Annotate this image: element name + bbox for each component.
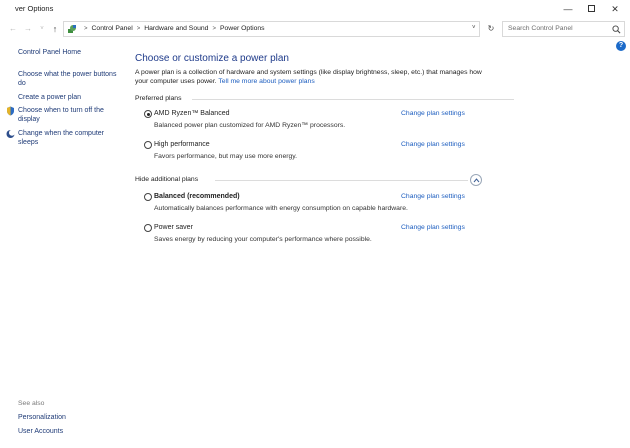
sidebar: Control Panel Home Choose what the power… [0, 40, 128, 448]
plan-name[interactable]: AMD Ryzen™ Balanced [154, 110, 229, 117]
help-button[interactable]: ? [616, 41, 626, 51]
change-plan-settings-link[interactable]: Change plan settings [401, 141, 465, 148]
plan-radio-amd-balanced[interactable] [144, 110, 152, 118]
sidebar-item-power-buttons[interactable]: Choose what the power buttons do [18, 70, 118, 88]
sidebar-item-create-plan[interactable]: Create a power plan [18, 93, 118, 102]
main-content: Choose or customize a power plan A power… [135, 40, 615, 440]
refresh-button[interactable]: ↻ [484, 21, 498, 37]
plan-description: Favors performance, but may use more ene… [154, 153, 298, 160]
change-plan-settings-link[interactable]: Change plan settings [401, 193, 465, 200]
shield-icon [7, 106, 14, 116]
breadcrumb-hardware-and-sound[interactable]: Hardware and Sound [144, 25, 208, 32]
change-plan-settings-link[interactable]: Change plan settings [401, 224, 465, 231]
plan-description: Saves energy by reducing your computer's… [154, 236, 372, 243]
plan-description: Balanced power plan customized for AMD R… [154, 122, 346, 129]
breadcrumb-separator: > [136, 26, 141, 32]
breadcrumb: > Control Panel > Hardware and Sound > Power … [80, 25, 265, 32]
divider [192, 99, 514, 100]
search-input[interactable]: Search Control Panel [502, 21, 625, 37]
forward-button[interactable]: → [22, 22, 34, 36]
address-bar[interactable]: > Control Panel > Hardware and Sound > Power … [63, 21, 480, 37]
moon-icon [6, 129, 15, 138]
close-button[interactable]: ✕ [604, 2, 626, 16]
learn-more-link[interactable]: Tell me more about power plans [218, 78, 314, 85]
intro-text: A power plan is a collection of hardware… [135, 68, 485, 86]
plan-radio-high-performance[interactable] [144, 141, 152, 149]
breadcrumb-separator: > [84, 26, 88, 32]
collapse-button[interactable] [470, 174, 482, 186]
plan-radio-power-saver[interactable] [144, 224, 152, 232]
preferred-plans-heading: Preferred plans [135, 95, 182, 102]
breadcrumb-power-options[interactable]: Power Options [220, 25, 265, 32]
window-title: ver Options [15, 4, 54, 13]
hide-additional-plans-heading[interactable]: Hide additional plans [135, 176, 198, 183]
plan-radio-balanced[interactable] [144, 193, 152, 201]
recent-locations-button[interactable]: ˅ [36, 22, 48, 36]
plan-name[interactable]: High performance [154, 141, 210, 148]
maximize-button[interactable] [580, 2, 602, 16]
sidebar-item-computer-sleeps[interactable]: Change when the computer sleeps [18, 129, 118, 147]
search-placeholder: Search Control Panel [508, 25, 573, 32]
see-also-heading: See also [18, 400, 45, 407]
chevron-up-icon [473, 178, 480, 183]
plan-name[interactable]: Power saver [154, 224, 193, 231]
sidebar-item-user-accounts[interactable]: User Accounts [18, 427, 118, 436]
maximize-icon [587, 5, 595, 13]
control-panel-icon [68, 25, 76, 33]
sidebar-item-turn-off-display[interactable]: Choose when to turn off the display [18, 106, 118, 124]
search-icon [612, 25, 621, 34]
divider [215, 180, 468, 181]
page-title: Choose or customize a power plan [135, 53, 289, 64]
change-plan-settings-link[interactable]: Change plan settings [401, 110, 465, 117]
back-button[interactable]: ← [7, 22, 19, 36]
plan-name[interactable]: Balanced (recommended) [154, 193, 240, 200]
sidebar-item-personalization[interactable]: Personalization [18, 413, 118, 422]
minimize-button[interactable]: — [557, 2, 579, 16]
sidebar-item-control-panel-home[interactable]: Control Panel Home [18, 48, 118, 57]
title-bar: ver Options — ✕ [0, 0, 630, 19]
plan-description: Automatically balances performance with … [154, 205, 408, 212]
up-button[interactable]: ↑ [49, 22, 61, 36]
breadcrumb-control-panel[interactable]: Control Panel [92, 25, 133, 32]
address-dropdown-button[interactable]: ˅ [472, 25, 476, 31]
breadcrumb-separator: > [212, 26, 216, 32]
